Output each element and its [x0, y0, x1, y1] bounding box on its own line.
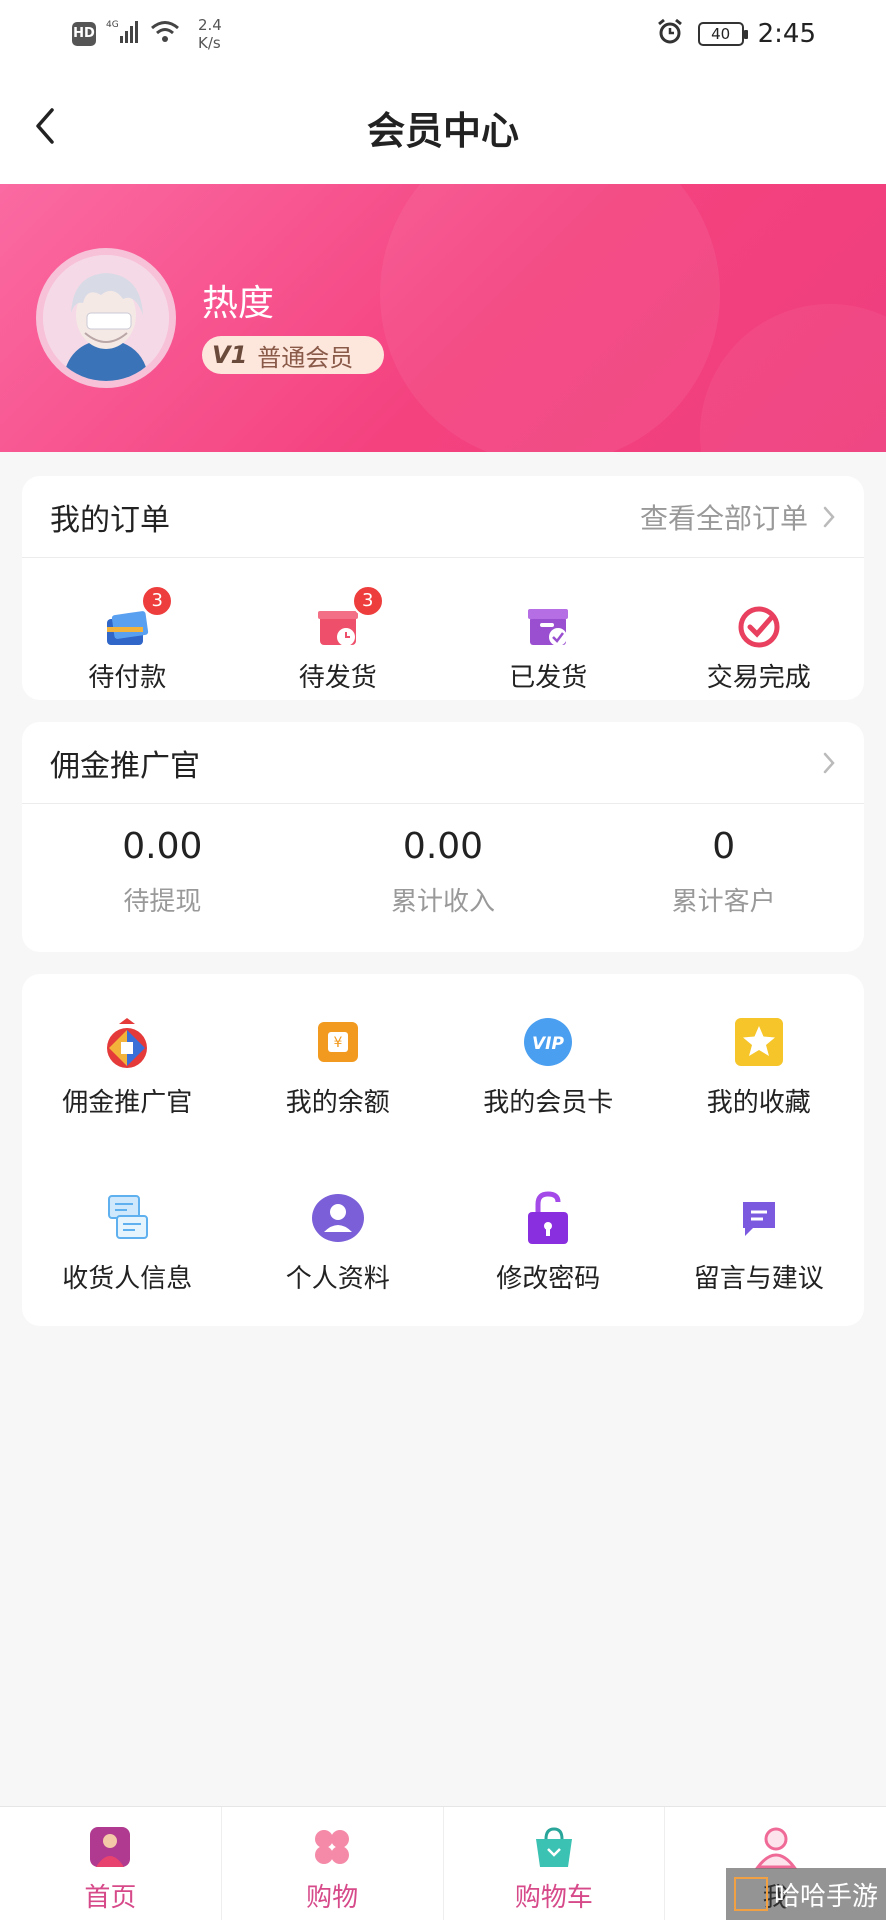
order-status-shipped[interactable]: 已发货: [443, 558, 654, 700]
badge-count: 3: [351, 585, 384, 617]
order-status-label: 交易完成: [706, 663, 811, 693]
clock: 2:45: [757, 19, 816, 49]
member-level-label: 普通会员: [257, 343, 354, 372]
menu-item-promoter[interactable]: 佣金推广官: [22, 1014, 233, 1190]
order-status-pending-payment[interactable]: 3 待付款: [22, 558, 233, 700]
order-status-label: 待发货: [298, 663, 377, 693]
order-status-label: 已发货: [509, 663, 588, 693]
home-icon: [90, 1827, 131, 1867]
menu-card: 佣金推广官 ¥ 我的余额 VIP 我的会员卡 我的收藏 收货人信息 个人资料 修…: [22, 974, 864, 1326]
network-speed: 2.4 K/s: [198, 16, 222, 52]
menu-item-membership-card[interactable]: VIP 我的会员卡: [443, 1014, 654, 1190]
orders-card: 我的订单 查看全部订单 3 待付款 3 待发货 已发货 交易完成: [22, 476, 864, 700]
shop-icon: [315, 1830, 350, 1864]
wifi-icon: [150, 20, 180, 48]
stat-pending-withdrawal: 0.00 待提现: [122, 826, 203, 917]
lock-icon: [528, 1191, 569, 1244]
svg-text:4G: 4G: [106, 20, 119, 30]
wallet-icon: ¥: [317, 1022, 358, 1062]
watermark: 哈哈手游: [726, 1868, 886, 1920]
menu-item-favorites[interactable]: 我的收藏: [654, 1014, 865, 1190]
star-icon: [734, 1018, 783, 1066]
user-icon: [754, 1827, 797, 1869]
order-status-completed[interactable]: 交易完成: [654, 558, 865, 700]
shipped-box-icon: [526, 605, 570, 649]
watermark-logo-icon: [734, 1877, 768, 1911]
profile-banner: 热度 V1 普通会员: [0, 184, 886, 452]
message-icon: [742, 1202, 775, 1236]
promoter-header[interactable]: 佣金推广官: [22, 722, 864, 804]
tab-shop[interactable]: 购物: [222, 1807, 444, 1920]
address-icon: [108, 1195, 149, 1239]
menu-item-balance[interactable]: ¥ 我的余额: [233, 1014, 444, 1190]
menu-item-change-password[interactable]: 修改密码: [443, 1190, 654, 1366]
view-all-orders-link[interactable]: 查看全部订单: [640, 497, 836, 537]
battery-icon: 40: [697, 22, 748, 46]
signal-icon: 4G: [106, 18, 140, 50]
pending-box-icon: 3: [316, 585, 384, 649]
cart-icon: [535, 1827, 572, 1867]
page-title: 会员中心: [366, 109, 519, 153]
menu-item-profile[interactable]: 个人资料: [233, 1190, 444, 1366]
svg-text:VIP: VIP: [532, 1034, 564, 1054]
promoter-card: 佣金推广官 0.00 待提现 0.00 累计收入 0 累计客户: [22, 722, 864, 952]
stat-total-income: 0.00 累计收入: [391, 826, 496, 917]
svg-text:¥: ¥: [333, 1035, 342, 1051]
chevron-right-icon: [823, 752, 835, 773]
tab-cart[interactable]: 购物车: [444, 1807, 666, 1920]
alarm-icon: [656, 18, 684, 50]
orders-title: 我的订单: [50, 502, 170, 538]
card-wallet-icon: 3: [105, 585, 174, 649]
chevron-right-icon: [823, 506, 835, 527]
completed-check-icon: [737, 605, 781, 649]
level-icon: V1: [212, 341, 248, 369]
promoter-title: 佣金推广官: [50, 748, 200, 784]
order-status-label: 待付款: [88, 663, 167, 693]
profile-icon: [311, 1194, 364, 1242]
member-level-badge: V1 普通会员: [202, 336, 384, 374]
badge-count: 3: [141, 585, 174, 617]
order-status-pending-shipment[interactable]: 3 待发货: [233, 558, 444, 700]
stat-total-customers: 0 累计客户: [671, 826, 776, 917]
username: 热度: [202, 283, 275, 324]
status-bar: HD 4G 2.4 K/s 40 2:45: [0, 0, 886, 66]
orders-header: 我的订单 查看全部订单: [22, 476, 864, 558]
hd-icon: HD: [72, 22, 96, 46]
vip-icon: VIP: [524, 1018, 573, 1066]
nav-bar: 会员中心: [0, 66, 886, 184]
menu-item-feedback[interactable]: 留言与建议: [654, 1190, 865, 1366]
avatar[interactable]: [36, 248, 176, 388]
menu-item-address[interactable]: 收货人信息: [22, 1190, 233, 1366]
tab-home[interactable]: 首页: [0, 1807, 222, 1920]
money-bag-icon: [107, 1018, 148, 1068]
